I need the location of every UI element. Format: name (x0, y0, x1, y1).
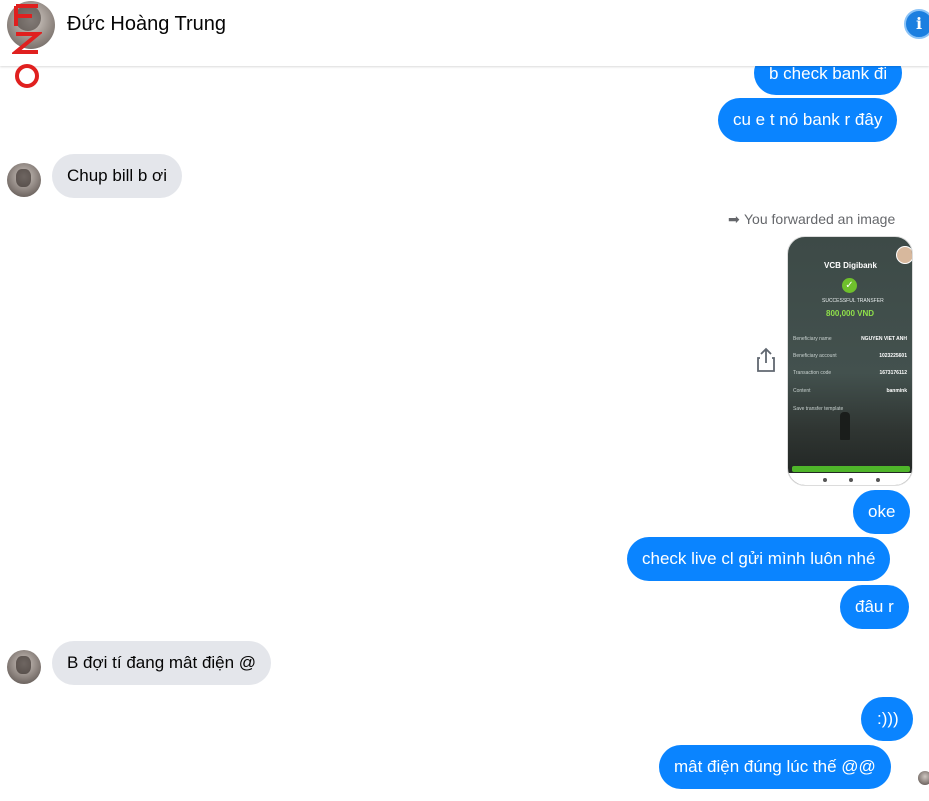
receipt-status: SUCCESSFUL TRANSFER (822, 298, 884, 304)
sender-avatar[interactable] (7, 163, 41, 197)
message-outgoing[interactable]: mât điện đúng lúc thế @@ (659, 745, 891, 789)
forwarded-label: ➡ You forwarded an image (728, 211, 896, 227)
message-outgoing[interactable]: oke (853, 490, 911, 534)
message-outgoing[interactable]: đâu r (840, 585, 909, 629)
contact-name[interactable]: Đức Hoàng Trung (67, 13, 226, 36)
forward-arrow-icon: ➡ (728, 211, 740, 227)
mini-avatar (896, 246, 912, 264)
receipt-row: Beneficiary account 1023225601 (793, 353, 907, 359)
chat-header: Đức Hoàng Trung i (0, 0, 929, 66)
share-icon[interactable] (755, 347, 777, 373)
receipt-row: Beneficiary name NGUYEN VIET ANH (793, 336, 907, 342)
success-check-icon: ✓ (842, 278, 857, 293)
seen-avatar (918, 771, 929, 785)
receipt-amount: 800,000 VND (826, 309, 875, 318)
message-outgoing[interactable]: cu e t nó bank r đây (718, 98, 898, 142)
message-outgoing[interactable]: :))) (861, 697, 913, 741)
info-icon[interactable]: i (904, 9, 929, 39)
receipt-button-bar (792, 466, 910, 472)
message-incoming[interactable]: Chup bill b ơi (52, 154, 182, 198)
phone-nav-bar (788, 473, 912, 485)
receipt-row: Save transfer template (793, 406, 844, 412)
receipt-bank: VCB Digibank (824, 261, 877, 270)
message-incoming[interactable]: B đợi tí đang mât điện @ (52, 641, 272, 685)
receipt-photo-figure (840, 412, 850, 440)
sender-avatar[interactable] (7, 650, 41, 684)
logo-watermark (12, 4, 42, 88)
receipt-row: Transaction code 1673176112 (793, 370, 907, 376)
forwarded-image[interactable]: VCB Digibank ✓ SUCCESSFUL TRANSFER 800,0… (787, 236, 913, 486)
receipt-row: Content banmink (793, 388, 907, 394)
message-outgoing[interactable]: check live cl gửi mình luôn nhé (627, 537, 891, 581)
